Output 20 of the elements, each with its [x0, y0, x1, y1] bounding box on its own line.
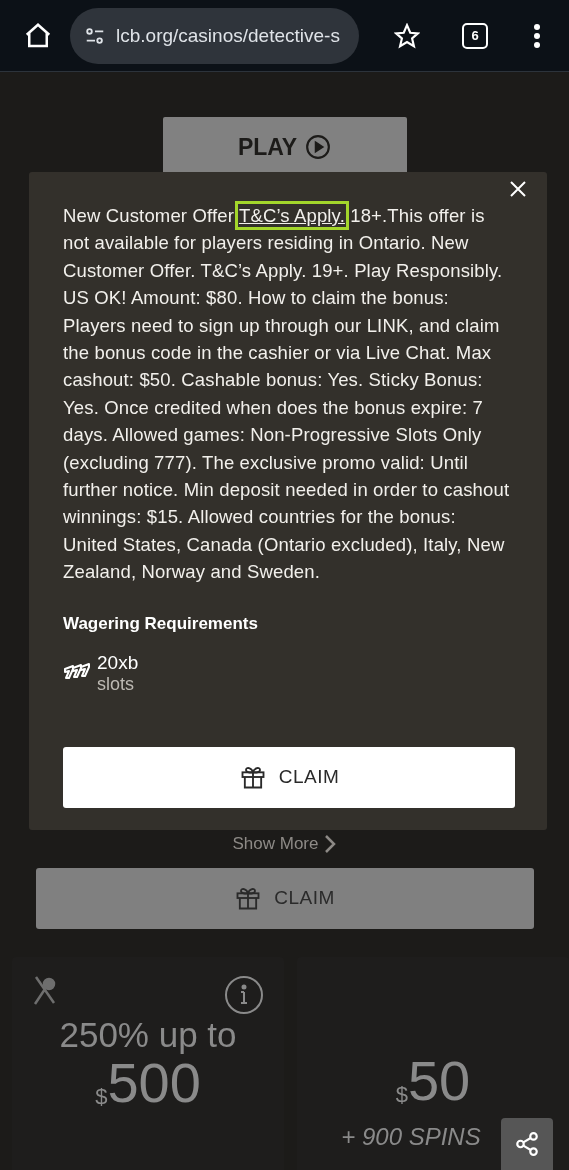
info-icon[interactable] [224, 974, 264, 1015]
bonus-amount: $50 [395, 1052, 471, 1114]
address-bar[interactable]: lcb.org/casinos/detective-s [70, 7, 359, 64]
wagering-amount: 20xb [97, 651, 139, 674]
url-text: lcb.org/casinos/detective-s [116, 24, 340, 47]
bonus-amount: $500 [95, 1054, 201, 1116]
show-more-link[interactable]: Show More [232, 833, 337, 854]
wagering-title: Wagering Requirements [63, 613, 259, 634]
share-button[interactable] [501, 1118, 553, 1170]
offer-terms-text: New Customer Offer T&C’s Apply. 18+.This offer is not available for players residing in Ontario. New Customer Offer. T&C’s Apply. 19+. Play Responsibly. US OK! Amount: $80. How to claim the bonus: Players need to sign up through our LINK, and claim the bonus code in the cashier or via Live Chat. Max cashout: $50. Cashable bonus: Yes. Sticky Bonus: Yes. Once credited when does the bonus expire: 7 days. Allowed games: Non-Progressive Slots Only (excluding 777). The exclusive promo valid: Until further notice. Min deposit needed in order to cashout winnings: $15. Allowed countries for the bonus: United States, Canada (Ontario excluded), Italy, New Zealand, Norway and Sweden. [63, 202, 515, 586]
bonus-headline: 250% up to [59, 1014, 237, 1055]
chevron-right-icon [324, 833, 337, 854]
share-icon [514, 1131, 540, 1157]
play-button[interactable]: PLAY [162, 117, 407, 172]
claim-button[interactable]: CLAIM [63, 746, 515, 808]
bonus-spins: + 900 SPINS [341, 1122, 481, 1151]
wagering-games: slots [97, 673, 135, 695]
claim-button[interactable]: CLAIM [35, 867, 534, 929]
tab-count[interactable]: 6 [462, 22, 488, 49]
play-icon [305, 134, 332, 160]
